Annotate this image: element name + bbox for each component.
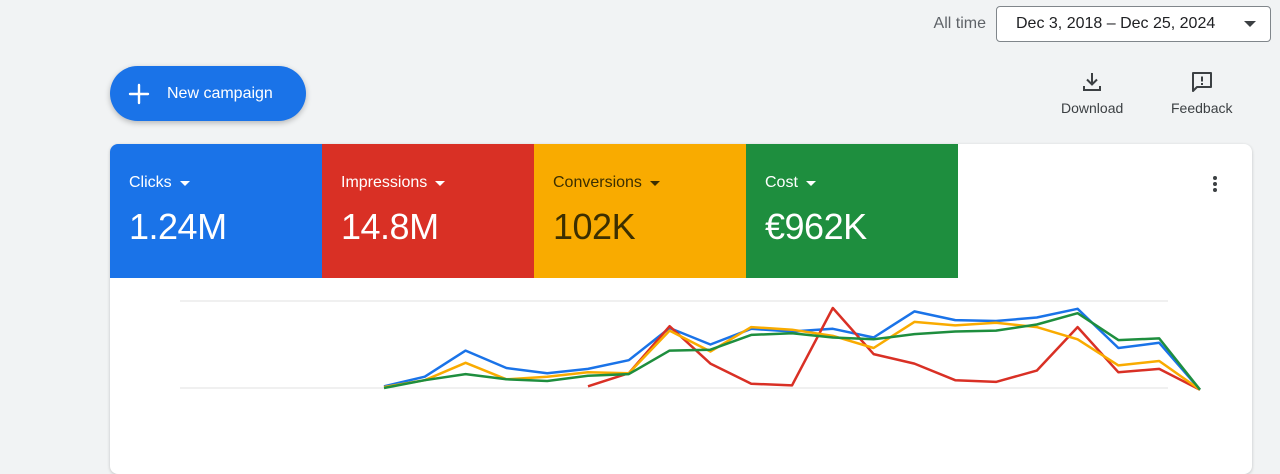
metric-cost-label: Cost <box>765 174 798 191</box>
dropdown-caret-icon <box>1244 21 1256 27</box>
metric-clicks-value: 1.24M <box>129 206 227 247</box>
feedback-button[interactable]: Feedback <box>1171 70 1232 116</box>
chart-series-line-0 <box>383 307 1201 391</box>
metric-impressions-value: 14.8M <box>341 206 439 247</box>
download-icon <box>1083 73 1102 91</box>
date-range-bar: All time Dec 3, 2018 – Dec 25, 2024 <box>934 6 1271 42</box>
new-campaign-label: New campaign <box>167 84 273 102</box>
more-options-icon[interactable] <box>1205 174 1225 198</box>
feedback-icon <box>1191 72 1212 92</box>
chevron-down-icon <box>435 180 446 186</box>
metric-clicks-label: Clicks <box>129 174 172 191</box>
metric-impressions[interactable]: Impressions 14.8M <box>322 144 534 278</box>
performance-chart <box>180 300 1201 391</box>
chart-series-line-1 <box>587 306 1201 391</box>
date-range-select[interactable]: Dec 3, 2018 – Dec 25, 2024 <box>996 6 1271 42</box>
metric-conversions-label: Conversions <box>553 174 642 191</box>
metric-cost-value: €962K <box>765 206 867 247</box>
metric-conversions-value: 102K <box>553 206 636 247</box>
chart-series-line-3 <box>383 311 1201 391</box>
download-button[interactable]: Download <box>1061 70 1123 116</box>
metric-clicks[interactable]: Clicks 1.24M <box>110 144 322 278</box>
metric-conversions[interactable]: Conversions 102K <box>534 144 746 278</box>
chevron-down-icon <box>649 180 660 186</box>
date-range-value: Dec 3, 2018 – Dec 25, 2024 <box>1016 15 1216 32</box>
chevron-down-icon <box>805 180 816 186</box>
plus-icon <box>128 83 150 104</box>
metric-cost[interactable]: Cost €962K <box>746 144 958 278</box>
feedback-label: Feedback <box>1171 100 1233 116</box>
download-label: Download <box>1061 100 1124 116</box>
chevron-down-icon <box>179 180 190 186</box>
performance-card: Clicks 1.24M Impressions 14.8M Conversio… <box>110 144 1252 474</box>
range-label: All time <box>933 15 986 32</box>
metric-impressions-label: Impressions <box>341 174 428 191</box>
new-campaign-button[interactable]: New campaign <box>110 66 306 121</box>
